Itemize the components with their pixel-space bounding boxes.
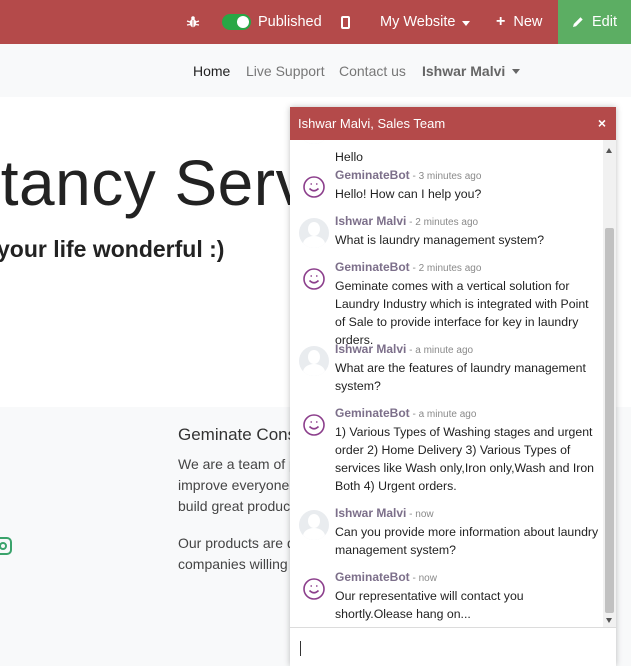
debug-bug-icon[interactable] bbox=[186, 0, 200, 44]
scroll-up-arrow-icon[interactable] bbox=[606, 148, 612, 153]
message-meta: Ishwar Malvi - 2 minutes ago bbox=[335, 214, 479, 228]
message-author: Ishwar Malvi bbox=[335, 506, 407, 520]
message-composer[interactable] bbox=[290, 627, 616, 666]
message-meta: Ishwar Malvi - now bbox=[335, 506, 434, 520]
published-label: Published bbox=[258, 14, 322, 30]
user-avatar-icon bbox=[299, 218, 329, 248]
message-time: 3 minutes ago bbox=[418, 171, 482, 182]
message-meta: GeminateBot - now bbox=[335, 570, 437, 584]
message-author: GeminateBot bbox=[335, 406, 410, 420]
message-input[interactable] bbox=[298, 638, 598, 653]
message-time: 2 minutes ago bbox=[418, 263, 482, 274]
chevron-down-icon bbox=[462, 20, 471, 26]
message-author: GeminateBot bbox=[335, 168, 410, 182]
bug-icon bbox=[186, 16, 200, 28]
message-time: now bbox=[415, 509, 434, 520]
message-time: a minute ago bbox=[418, 409, 477, 420]
user-avatar-icon bbox=[299, 346, 329, 376]
message-text: Geminate comes with a vertical solution … bbox=[335, 279, 589, 347]
mobile-icon bbox=[341, 15, 350, 29]
message-meta: GeminateBot - 3 minutes ago bbox=[335, 168, 482, 182]
thread-scrollbar[interactable] bbox=[603, 140, 616, 627]
scroll-down-arrow-icon[interactable] bbox=[606, 618, 612, 623]
livechat-header[interactable]: Ishwar Malvi, Sales Team × bbox=[290, 107, 616, 140]
bot-avatar-icon bbox=[299, 264, 329, 294]
message-meta: Ishwar Malvi - a minute ago bbox=[335, 342, 474, 356]
plus-icon: + bbox=[496, 13, 506, 30]
bot-avatar-icon bbox=[299, 574, 329, 604]
publish-toggle[interactable]: Published bbox=[222, 0, 322, 44]
user-avatar-icon bbox=[299, 140, 329, 144]
mobile-preview-button[interactable] bbox=[341, 0, 350, 44]
toggle-switch-icon bbox=[222, 14, 251, 30]
message-text: 1) Various Types of Washing stages and u… bbox=[335, 425, 595, 493]
user-name-label: Ishwar Malvi bbox=[422, 62, 506, 79]
bot-avatar-icon bbox=[299, 410, 329, 440]
my-website-dropdown[interactable]: My Website bbox=[380, 0, 471, 44]
company-title: Geminate Cons bbox=[178, 425, 297, 444]
message-text: What are the features of laundry managem… bbox=[335, 361, 586, 393]
hero-title: ltancy Serv bbox=[0, 147, 309, 219]
scrollbar-thumb[interactable] bbox=[605, 228, 614, 613]
message-meta: GeminateBot - a minute ago bbox=[335, 406, 477, 420]
new-label: New bbox=[513, 14, 543, 30]
message-author: GeminateBot bbox=[335, 570, 410, 584]
livechat-thread[interactable]: Hello GeminateBot - 3 minutes ago Hello!… bbox=[290, 140, 616, 627]
message-text: Hello bbox=[335, 150, 364, 164]
message-meta: GeminateBot - 2 minutes ago bbox=[335, 260, 482, 274]
message-text: Our representative will contact you shor… bbox=[335, 589, 524, 621]
message-text: Can you provide more information about l… bbox=[335, 525, 599, 557]
text-cursor bbox=[300, 641, 301, 656]
livechat-window: Ishwar Malvi, Sales Team × Hello Geminat… bbox=[290, 107, 616, 666]
message-author: Ishwar Malvi bbox=[335, 214, 407, 228]
message-time: now bbox=[418, 573, 437, 584]
user-avatar-icon bbox=[299, 510, 329, 540]
nav-home-link[interactable]: Home bbox=[193, 44, 230, 97]
instagram-icon[interactable] bbox=[0, 537, 12, 555]
message-author: Ishwar Malvi bbox=[335, 342, 407, 356]
my-website-label: My Website bbox=[380, 14, 456, 30]
chevron-down-icon bbox=[512, 69, 521, 74]
edit-button[interactable]: Edit bbox=[558, 0, 631, 44]
message-author: GeminateBot bbox=[335, 260, 410, 274]
new-button[interactable]: + New bbox=[496, 0, 542, 44]
bot-avatar-icon bbox=[299, 172, 329, 202]
message-text: Hello! How can I help you? bbox=[335, 187, 482, 201]
website-navbar: Home Live Support Contact us Ishwar Malv… bbox=[0, 44, 631, 97]
hero-subtitle: your life wonderful :) bbox=[0, 236, 225, 262]
livechat-title: Ishwar Malvi, Sales Team bbox=[298, 116, 446, 131]
message-time: a minute ago bbox=[415, 345, 474, 356]
nav-live-support-link[interactable]: Live Support bbox=[246, 44, 325, 97]
edit-label: Edit bbox=[592, 14, 617, 30]
message-text: What is laundry management system? bbox=[335, 233, 545, 247]
pencil-icon bbox=[573, 17, 583, 27]
admin-top-bar: Published My Website + New Edit bbox=[0, 0, 631, 44]
nav-contact-link[interactable]: Contact us bbox=[339, 44, 406, 97]
close-icon[interactable]: × bbox=[598, 116, 606, 130]
user-menu-dropdown[interactable]: Ishwar Malvi bbox=[422, 44, 521, 97]
message-time: 2 minutes ago bbox=[415, 217, 479, 228]
